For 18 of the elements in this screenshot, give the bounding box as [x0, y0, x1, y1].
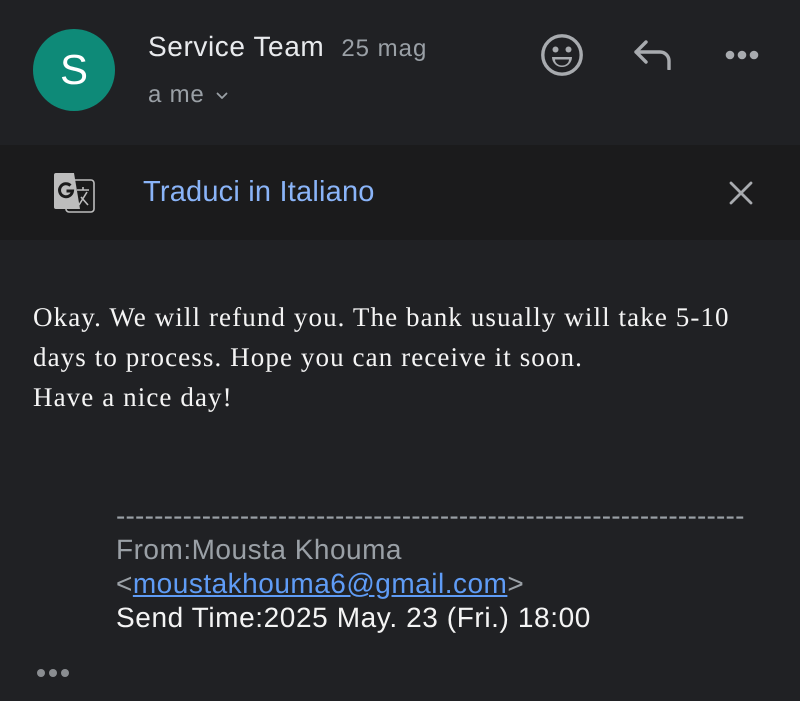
- message-text: Okay. We will refund you. The bank usually will take 5-10 days to process. Hope you can receive it soon.: [33, 301, 731, 374]
- date: 25 mag: [341, 34, 428, 64]
- close-icon[interactable]: [729, 180, 753, 204]
- email-link[interactable]: moustakhouma6@gmail.com: [132, 568, 508, 599]
- show-trimmed-icon[interactable]: [36, 668, 70, 678]
- avatar: S: [33, 29, 115, 111]
- sender-address: From:Mousta Khouma <moustakhouma6@gmail.com>: [116, 533, 526, 601]
- translate-link[interactable]: Traduci in Italiano: [143, 176, 375, 209]
- message-text: Have a nice day!: [33, 381, 234, 414]
- smiley-icon[interactable]: [541, 34, 583, 76]
- more-icon[interactable]: [725, 50, 759, 60]
- send-time: Send Time:2025 May. 23 (Fri.) 18:00: [116, 601, 592, 635]
- dashed-separator: ------------------------------------------------------------------: [116, 499, 746, 533]
- translate-icon: [53, 172, 95, 214]
- sender-name: Service Team: [148, 31, 324, 63]
- chevron-down-icon: [216, 92, 228, 100]
- recipient-toggle[interactable]: a me: [148, 81, 228, 109]
- reply-icon[interactable]: [633, 40, 671, 70]
